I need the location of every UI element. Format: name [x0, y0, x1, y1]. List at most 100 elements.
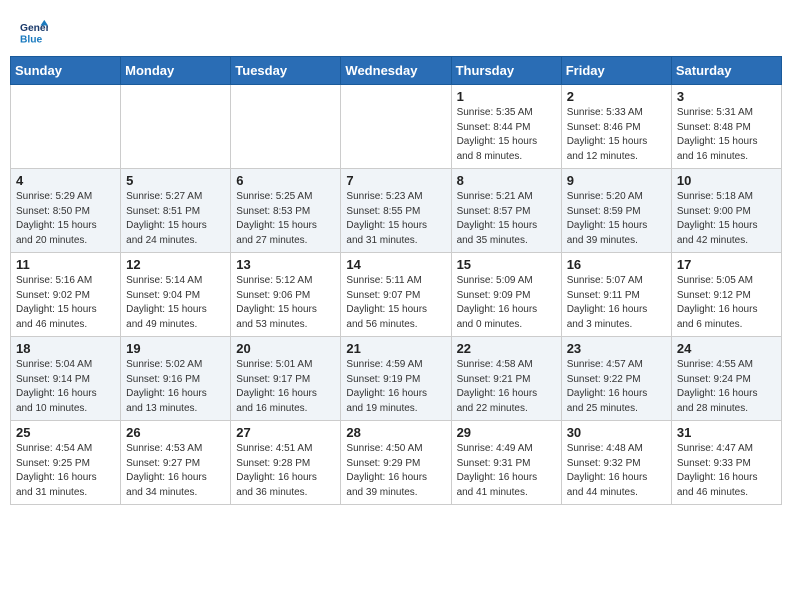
calendar-cell: 31 Sunrise: 4:47 AMSunset: 9:33 PMDayligh…: [671, 421, 781, 505]
day-number: 16: [567, 257, 666, 272]
day-number: 12: [126, 257, 225, 272]
calendar-cell: [231, 85, 341, 169]
day-info: Sunrise: 5:31 AMSunset: 8:48 PMDaylight:…: [677, 106, 776, 164]
day-number: 29: [457, 425, 556, 440]
day-number: 21: [346, 341, 445, 356]
day-number: 4: [16, 173, 115, 188]
weekday-wednesday: Wednesday: [341, 57, 451, 85]
day-info: Sunrise: 5:01 AMSunset: 9:17 PMDaylight:…: [236, 358, 335, 416]
day-number: 6: [236, 173, 335, 188]
day-info: Sunrise: 5:05 AMSunset: 9:12 PMDaylight:…: [677, 274, 776, 332]
calendar-cell: [121, 85, 231, 169]
day-info: Sunrise: 5:04 AMSunset: 9:14 PMDaylight:…: [16, 358, 115, 416]
day-info: Sunrise: 4:53 AMSunset: 9:27 PMDaylight:…: [126, 442, 225, 500]
day-info: Sunrise: 4:57 AMSunset: 9:22 PMDaylight:…: [567, 358, 666, 416]
day-info: Sunrise: 4:58 AMSunset: 9:21 PMDaylight:…: [457, 358, 556, 416]
day-info: Sunrise: 5:02 AMSunset: 9:16 PMDaylight:…: [126, 358, 225, 416]
calendar-week-3: 11 Sunrise: 5:16 AMSunset: 9:02 PMDayligh…: [11, 253, 782, 337]
calendar-cell: 15 Sunrise: 5:09 AMSunset: 9:09 PMDayligh…: [451, 253, 561, 337]
day-number: 11: [16, 257, 115, 272]
svg-text:Blue: Blue: [20, 34, 43, 45]
calendar-cell: 28 Sunrise: 4:50 AMSunset: 9:29 PMDayligh…: [341, 421, 451, 505]
calendar-week-4: 18 Sunrise: 5:04 AMSunset: 9:14 PMDayligh…: [11, 337, 782, 421]
weekday-sunday: Sunday: [11, 57, 121, 85]
day-number: 26: [126, 425, 225, 440]
day-number: 10: [677, 173, 776, 188]
day-info: Sunrise: 4:48 AMSunset: 9:32 PMDaylight:…: [567, 442, 666, 500]
calendar-cell: 11 Sunrise: 5:16 AMSunset: 9:02 PMDayligh…: [11, 253, 121, 337]
day-number: 5: [126, 173, 225, 188]
day-info: Sunrise: 5:21 AMSunset: 8:57 PMDaylight:…: [457, 190, 556, 248]
calendar-cell: 9 Sunrise: 5:20 AMSunset: 8:59 PMDaylight…: [561, 169, 671, 253]
day-info: Sunrise: 4:51 AMSunset: 9:28 PMDaylight:…: [236, 442, 335, 500]
day-number: 25: [16, 425, 115, 440]
calendar-cell: 17 Sunrise: 5:05 AMSunset: 9:12 PMDayligh…: [671, 253, 781, 337]
day-info: Sunrise: 5:29 AMSunset: 8:50 PMDaylight:…: [16, 190, 115, 248]
calendar-cell: [11, 85, 121, 169]
day-info: Sunrise: 5:35 AMSunset: 8:44 PMDaylight:…: [457, 106, 556, 164]
calendar-cell: 26 Sunrise: 4:53 AMSunset: 9:27 PMDayligh…: [121, 421, 231, 505]
calendar-cell: 7Sunrise: 5:23 AMSunset: 8:55 PMDaylight…: [341, 169, 451, 253]
calendar-cell: 2 Sunrise: 5:33 AMSunset: 8:46 PMDaylight…: [561, 85, 671, 169]
day-info: Sunrise: 5:20 AMSunset: 8:59 PMDaylight:…: [567, 190, 666, 248]
weekday-saturday: Saturday: [671, 57, 781, 85]
day-number: 15: [457, 257, 556, 272]
day-info: Sunrise: 4:55 AMSunset: 9:24 PMDaylight:…: [677, 358, 776, 416]
calendar-cell: 10 Sunrise: 5:18 AMSunset: 9:00 PMDayligh…: [671, 169, 781, 253]
calendar-cell: 19Sunrise: 5:02 AMSunset: 9:16 PMDayligh…: [121, 337, 231, 421]
day-number: 23: [567, 341, 666, 356]
day-number: 1: [457, 89, 556, 104]
day-number: 8: [457, 173, 556, 188]
calendar-cell: [341, 85, 451, 169]
weekday-monday: Monday: [121, 57, 231, 85]
day-info: Sunrise: 5:07 AMSunset: 9:11 PMDaylight:…: [567, 274, 666, 332]
day-number: 24: [677, 341, 776, 356]
day-info: Sunrise: 4:54 AMSunset: 9:25 PMDaylight:…: [16, 442, 115, 500]
day-info: Sunrise: 5:12 AMSunset: 9:06 PMDaylight:…: [236, 274, 335, 332]
day-number: 17: [677, 257, 776, 272]
day-info: Sunrise: 5:16 AMSunset: 9:02 PMDaylight:…: [16, 274, 115, 332]
logo-icon: General Blue: [20, 18, 48, 46]
calendar-cell: 3Sunrise: 5:31 AMSunset: 8:48 PMDaylight…: [671, 85, 781, 169]
day-number: 18: [16, 341, 115, 356]
day-info: Sunrise: 4:50 AMSunset: 9:29 PMDaylight:…: [346, 442, 445, 500]
calendar-cell: 13 Sunrise: 5:12 AMSunset: 9:06 PMDayligh…: [231, 253, 341, 337]
weekday-friday: Friday: [561, 57, 671, 85]
day-number: 22: [457, 341, 556, 356]
day-info: Sunrise: 4:47 AMSunset: 9:33 PMDaylight:…: [677, 442, 776, 500]
calendar-cell: 16 Sunrise: 5:07 AMSunset: 9:11 PMDayligh…: [561, 253, 671, 337]
calendar-cell: 21 Sunrise: 4:59 AMSunset: 9:19 PMDayligh…: [341, 337, 451, 421]
day-info: Sunrise: 5:23 AMSunset: 8:55 PMDaylight:…: [346, 190, 445, 248]
weekday-thursday: Thursday: [451, 57, 561, 85]
calendar-week-2: 4 Sunrise: 5:29 AMSunset: 8:50 PMDaylight…: [11, 169, 782, 253]
calendar-cell: 18 Sunrise: 5:04 AMSunset: 9:14 PMDayligh…: [11, 337, 121, 421]
calendar-cell: 20 Sunrise: 5:01 AMSunset: 9:17 PMDayligh…: [231, 337, 341, 421]
calendar-cell: 23 Sunrise: 4:57 AMSunset: 9:22 PMDayligh…: [561, 337, 671, 421]
day-number: 13: [236, 257, 335, 272]
day-number: 9: [567, 173, 666, 188]
day-number: 31: [677, 425, 776, 440]
day-info: Sunrise: 4:59 AMSunset: 9:19 PMDaylight:…: [346, 358, 445, 416]
day-info: Sunrise: 5:18 AMSunset: 9:00 PMDaylight:…: [677, 190, 776, 248]
calendar-cell: 14 Sunrise: 5:11 AMSunset: 9:07 PMDayligh…: [341, 253, 451, 337]
calendar-cell: 4 Sunrise: 5:29 AMSunset: 8:50 PMDaylight…: [11, 169, 121, 253]
day-number: 2: [567, 89, 666, 104]
calendar-cell: 24 Sunrise: 4:55 AMSunset: 9:24 PMDayligh…: [671, 337, 781, 421]
day-number: 30: [567, 425, 666, 440]
day-number: 14: [346, 257, 445, 272]
day-info: Sunrise: 5:33 AMSunset: 8:46 PMDaylight:…: [567, 106, 666, 164]
calendar-body: 1 Sunrise: 5:35 AMSunset: 8:44 PMDaylight…: [11, 85, 782, 505]
weekday-header-row: SundayMondayTuesdayWednesdayThursdayFrid…: [11, 57, 782, 85]
page-header: General Blue: [10, 10, 782, 50]
day-number: 27: [236, 425, 335, 440]
day-number: 28: [346, 425, 445, 440]
day-info: Sunrise: 5:09 AMSunset: 9:09 PMDaylight:…: [457, 274, 556, 332]
calendar-cell: 22 Sunrise: 4:58 AMSunset: 9:21 PMDayligh…: [451, 337, 561, 421]
logo: General Blue: [20, 18, 48, 46]
day-number: 20: [236, 341, 335, 356]
calendar-cell: 1 Sunrise: 5:35 AMSunset: 8:44 PMDaylight…: [451, 85, 561, 169]
calendar-cell: 5Sunrise: 5:27 AMSunset: 8:51 PMDaylight…: [121, 169, 231, 253]
day-info: Sunrise: 5:11 AMSunset: 9:07 PMDaylight:…: [346, 274, 445, 332]
calendar-cell: 25 Sunrise: 4:54 AMSunset: 9:25 PMDayligh…: [11, 421, 121, 505]
day-info: Sunrise: 4:49 AMSunset: 9:31 PMDaylight:…: [457, 442, 556, 500]
